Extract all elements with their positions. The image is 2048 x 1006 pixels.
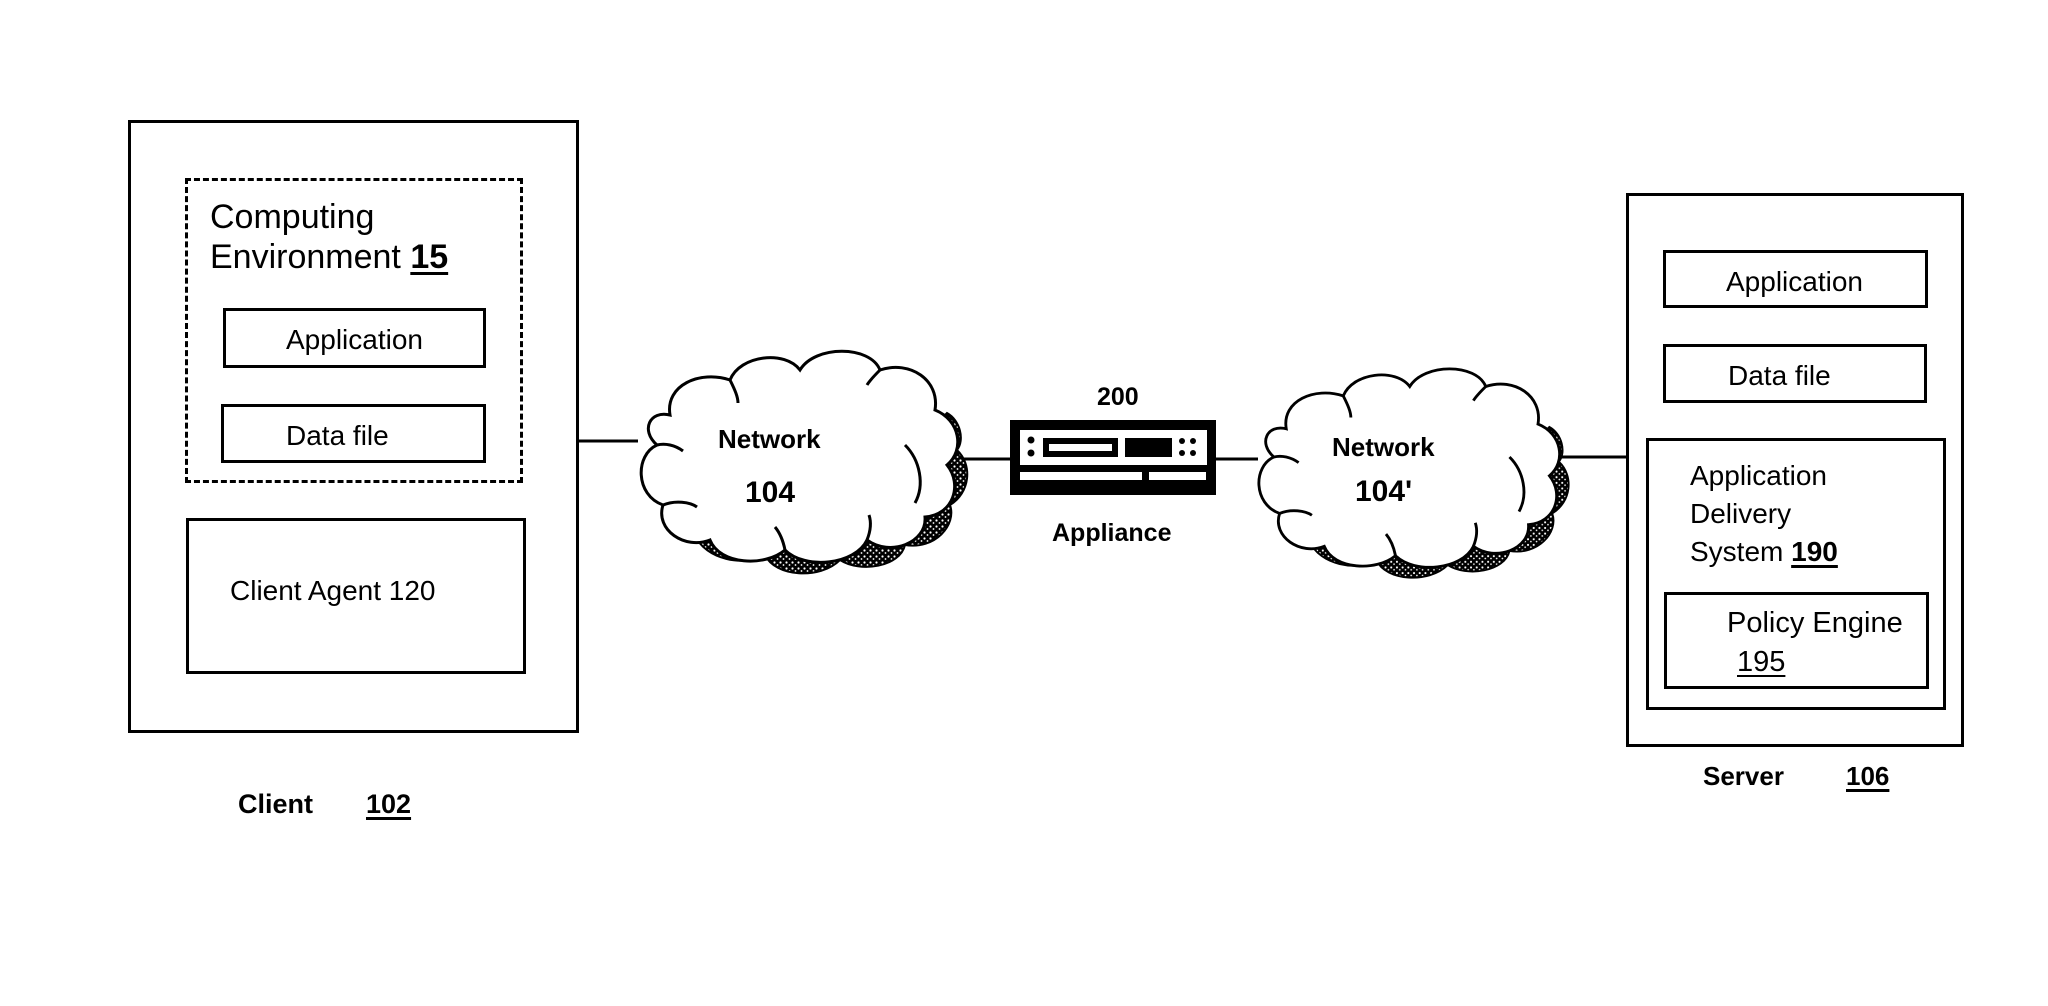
client-data-file-label: Data file — [286, 420, 389, 451]
appliance-label: Appliance — [1052, 519, 1172, 547]
server-application-box: Application — [1663, 250, 1928, 308]
ads-ref: 190 — [1791, 536, 1838, 567]
computing-environment-title: Computing Environment 15 — [210, 197, 448, 277]
client-application-label: Application — [286, 324, 423, 355]
client-agent-label: Client Agent 120 — [230, 575, 436, 606]
server-ref: 106 — [1846, 761, 1890, 791]
computing-environment-ref: 15 — [410, 238, 449, 276]
client-agent-box: Client Agent 120 — [186, 518, 526, 674]
network-right-ref: 104' — [1355, 475, 1413, 508]
client-ref: 102 — [366, 789, 412, 819]
server-label: Server — [1703, 761, 1784, 791]
cloud-icon — [1257, 367, 1570, 579]
client-data-file-box: Data file — [221, 404, 486, 463]
cloud-outline — [1257, 367, 1561, 569]
server-data-file-label: Data file — [1728, 360, 1831, 391]
computing-environment-line2: Environment — [210, 238, 401, 276]
network-left-label: Network — [718, 424, 821, 454]
network-appliance-icon — [1010, 420, 1216, 495]
appliance-ref: 200 — [1097, 383, 1139, 411]
ads-line2: Delivery — [1690, 498, 1792, 529]
client-label: Client — [238, 789, 314, 819]
policy-engine-label: Policy Engine — [1727, 607, 1903, 639]
application-delivery-system-title: Application Delivery System 190 — [1690, 457, 1838, 571]
network-right-label: Network — [1332, 432, 1435, 462]
cloud-icon — [639, 349, 969, 575]
ads-line1: Application — [1690, 460, 1827, 491]
server-application-label: Application — [1726, 266, 1863, 297]
server-data-file-box: Data file — [1663, 344, 1927, 403]
network-left-ref: 104 — [745, 476, 796, 509]
policy-engine-ref: 195 — [1737, 646, 1786, 678]
computing-environment-line1: Computing — [210, 198, 375, 236]
ads-line3: System — [1690, 536, 1784, 567]
client-application-box: Application — [223, 308, 486, 368]
cloud-outline — [639, 349, 960, 564]
